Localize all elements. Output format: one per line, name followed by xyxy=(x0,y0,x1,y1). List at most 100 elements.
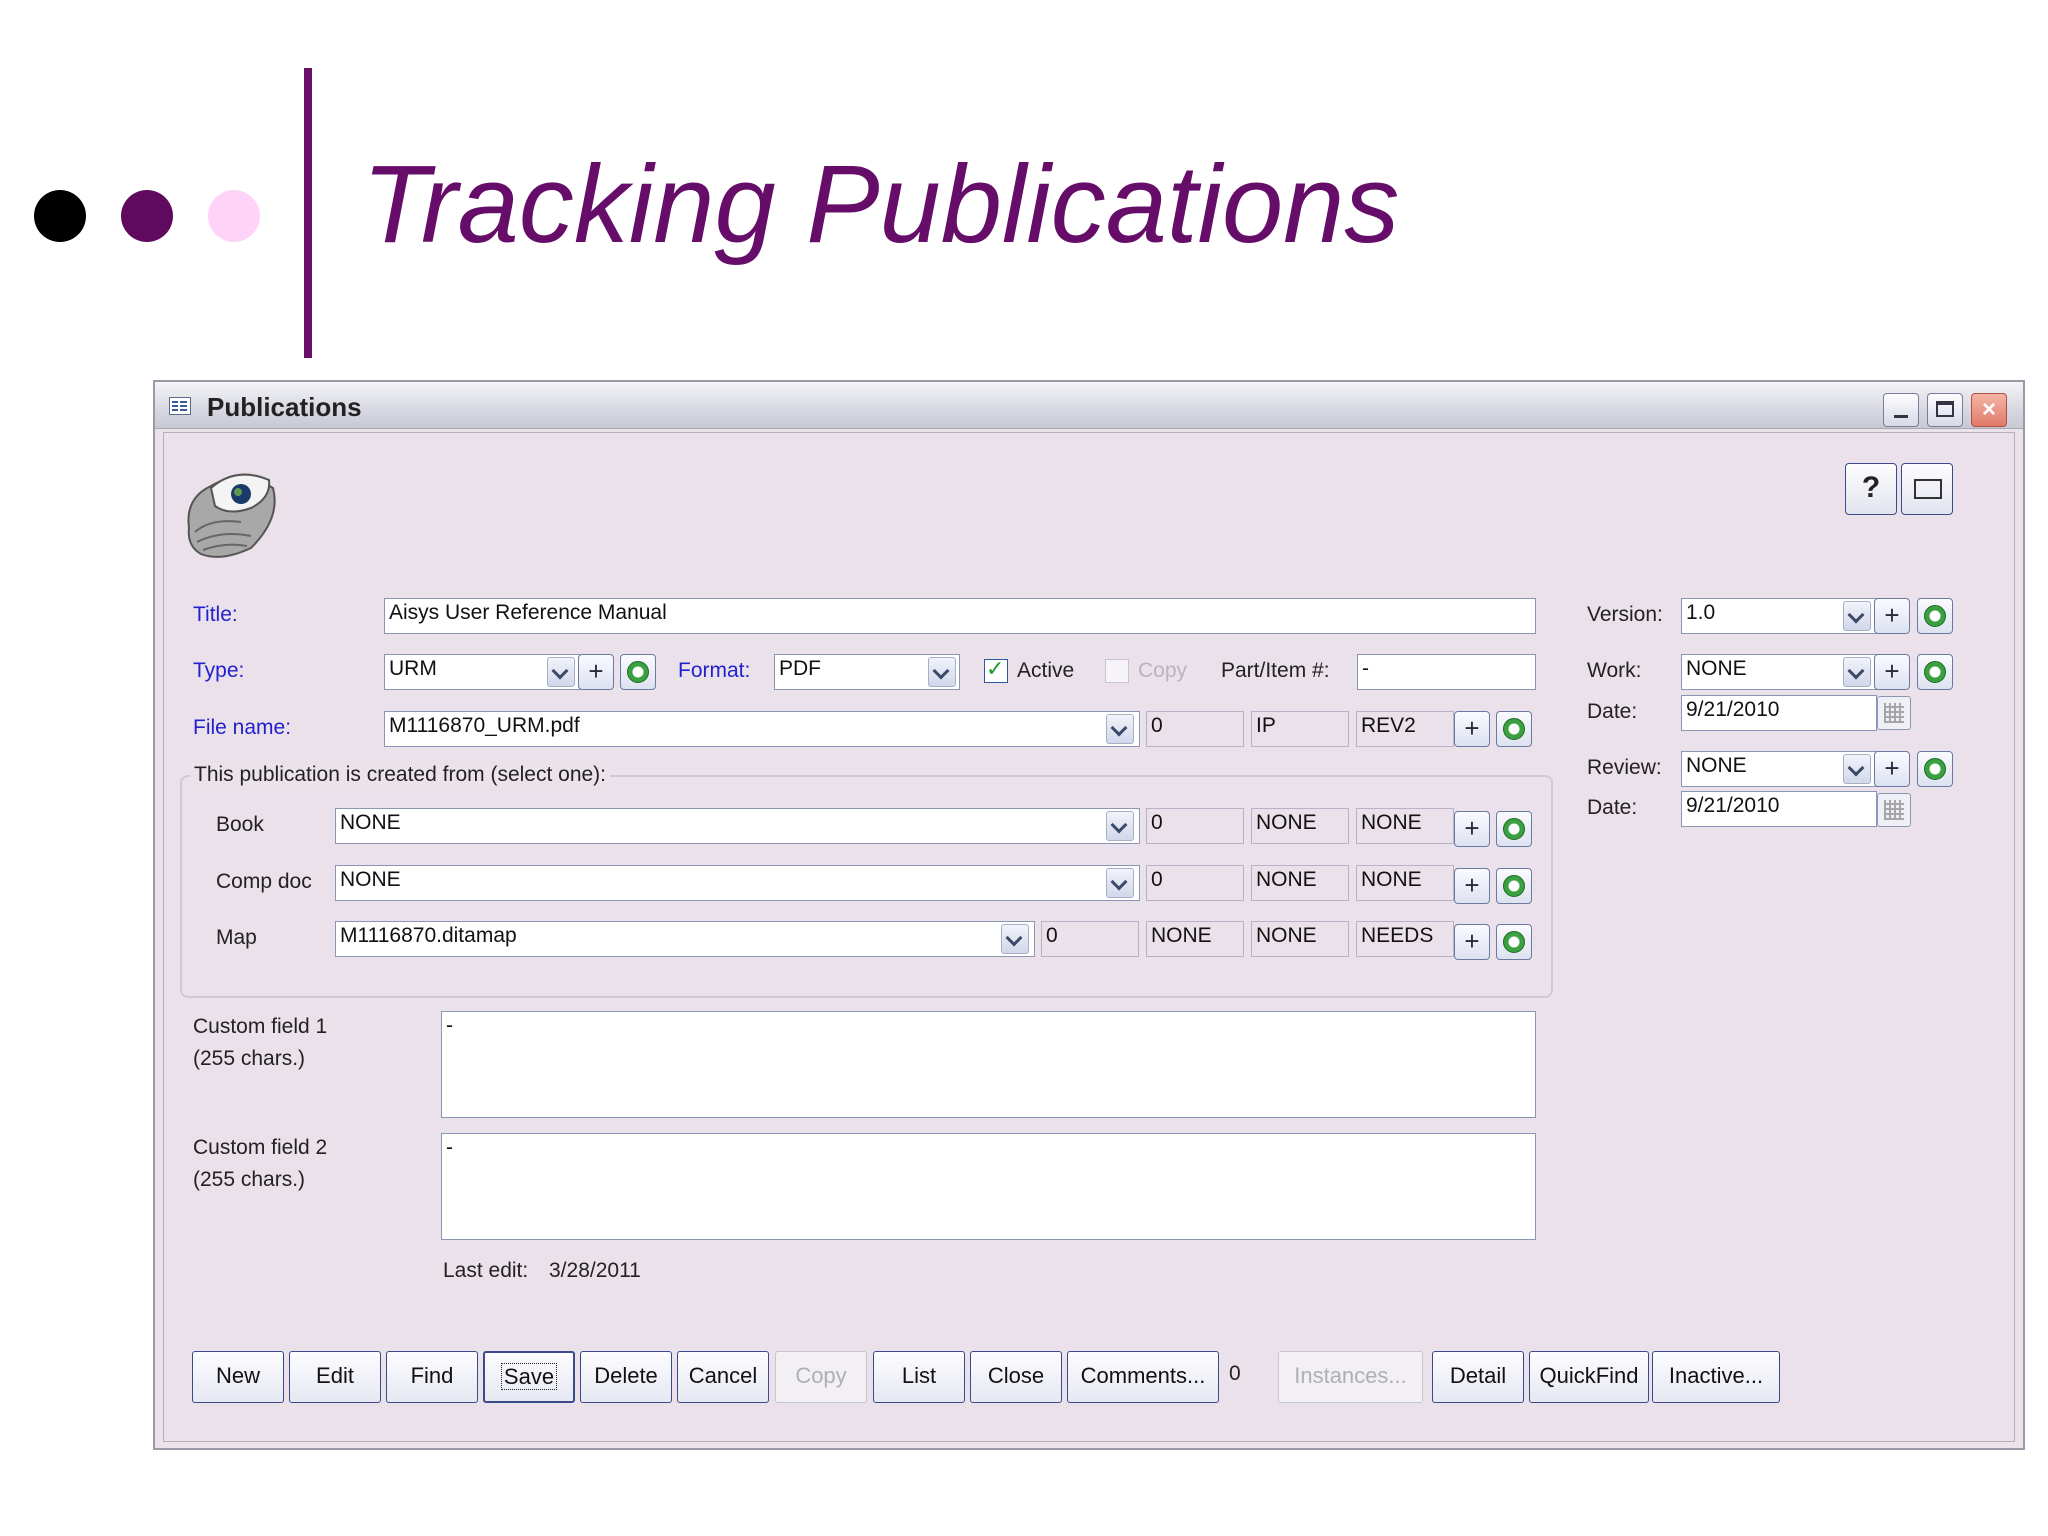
custom1-sublabel: (255 chars.) xyxy=(193,1047,306,1070)
active-label: Active xyxy=(1017,659,1075,682)
review-dropdown-icon[interactable] xyxy=(1843,754,1871,784)
custom1-label: Custom field 1 xyxy=(193,1015,328,1038)
version-dropdown-icon[interactable] xyxy=(1843,601,1871,631)
map-dropdown-icon[interactable] xyxy=(1001,924,1029,954)
compdoc-revision: NONE xyxy=(1356,865,1454,901)
work-date-input[interactable]: 9/21/2010 xyxy=(1681,695,1877,731)
book-dropdown-icon[interactable] xyxy=(1106,811,1134,841)
detail-button[interactable]: Detail xyxy=(1432,1351,1524,1403)
copy-button[interactable]: Copy xyxy=(775,1351,867,1403)
filename-refresh-icon[interactable] xyxy=(1496,711,1532,747)
work-calendar-icon[interactable] xyxy=(1877,696,1911,730)
window-titlebar[interactable]: Publications × xyxy=(155,382,2023,429)
bullet-purple-icon xyxy=(121,190,173,242)
cancel-button[interactable]: Cancel xyxy=(677,1351,769,1403)
type-dropdown-icon[interactable] xyxy=(547,657,575,687)
map-count: 0 xyxy=(1041,921,1139,957)
find-button[interactable]: Find xyxy=(386,1351,478,1403)
custom1-textarea[interactable]: - xyxy=(441,1011,1536,1118)
type-label: Type: xyxy=(193,659,245,682)
delete-button[interactable]: Delete xyxy=(580,1351,672,1403)
compdoc-label: Comp doc xyxy=(216,870,312,893)
form-icon xyxy=(169,397,191,415)
compdoc-refresh-icon[interactable] xyxy=(1496,868,1532,904)
custom2-sublabel: (255 chars.) xyxy=(193,1168,306,1191)
map-status-1: NONE xyxy=(1146,921,1244,957)
book-select[interactable]: NONE xyxy=(335,808,1140,844)
quickfind-button[interactable]: QuickFind xyxy=(1529,1351,1649,1403)
filename-status: IP xyxy=(1251,711,1349,747)
maximize-button[interactable] xyxy=(1927,393,1963,427)
review-date-label: Date: xyxy=(1587,796,1638,819)
compdoc-add-button[interactable]: + xyxy=(1454,868,1490,904)
minimize-button[interactable] xyxy=(1883,393,1919,427)
bullet-pink-icon xyxy=(208,190,260,242)
work-date-label: Date: xyxy=(1587,700,1638,723)
close-window-button[interactable]: × xyxy=(1971,393,2007,427)
custom2-textarea[interactable]: - xyxy=(441,1133,1536,1240)
save-button[interactable]: Save xyxy=(483,1351,575,1403)
work-dropdown-icon[interactable] xyxy=(1843,657,1871,687)
copy-checkbox[interactable] xyxy=(1105,659,1129,683)
map-refresh-icon[interactable] xyxy=(1496,924,1532,960)
book-refresh-icon[interactable] xyxy=(1496,811,1532,847)
map-add-button[interactable]: + xyxy=(1454,924,1490,960)
title-divider xyxy=(304,68,312,358)
review-date-input[interactable]: 9/21/2010 xyxy=(1681,791,1877,827)
type-refresh-icon[interactable] xyxy=(620,654,656,690)
oyster-logo-icon xyxy=(187,473,276,558)
active-checkbox[interactable] xyxy=(984,656,1008,683)
type-add-button[interactable]: + xyxy=(578,654,614,690)
book-revision: NONE xyxy=(1356,808,1454,844)
close-button[interactable]: Close xyxy=(970,1351,1062,1403)
version-label: Version: xyxy=(1587,603,1663,626)
part-item-label: Part/Item #: xyxy=(1221,659,1330,682)
slide-title: Tracking Publications xyxy=(362,143,1400,266)
review-calendar-icon[interactable] xyxy=(1877,793,1911,827)
copy-label: Copy xyxy=(1138,659,1188,682)
edit-button[interactable]: Edit xyxy=(289,1351,381,1403)
compdoc-count: 0 xyxy=(1146,865,1244,901)
list-button[interactable]: List xyxy=(873,1351,965,1403)
last-edit-label: Last edit: xyxy=(443,1259,529,1282)
book-add-button[interactable]: + xyxy=(1454,811,1490,847)
work-add-button[interactable]: + xyxy=(1874,654,1910,690)
title-input[interactable]: Aisys User Reference Manual xyxy=(384,598,1536,634)
compdoc-dropdown-icon[interactable] xyxy=(1106,868,1134,898)
book-count: 0 xyxy=(1146,808,1244,844)
custom2-label: Custom field 2 xyxy=(193,1136,328,1159)
filename-count: 0 xyxy=(1146,711,1244,747)
comments-count: 0 xyxy=(1229,1362,1241,1385)
book-label: Book xyxy=(216,813,264,836)
review-label: Review: xyxy=(1587,756,1662,779)
help-button[interactable]: ? xyxy=(1845,463,1897,515)
map-label: Map xyxy=(216,926,257,949)
map-select[interactable]: M1116870.ditamap xyxy=(335,921,1035,957)
map-status-2: NONE xyxy=(1251,921,1349,957)
compdoc-select[interactable]: NONE xyxy=(335,865,1140,901)
save-label: Save xyxy=(500,1363,558,1390)
map-revision: NEEDS xyxy=(1356,921,1454,957)
filename-label: File name: xyxy=(193,716,292,739)
filename-select[interactable]: M1116870_URM.pdf xyxy=(384,711,1140,747)
work-refresh-icon[interactable] xyxy=(1917,654,1953,690)
instances-button[interactable]: Instances... xyxy=(1278,1351,1423,1403)
inactive-button[interactable]: Inactive... xyxy=(1652,1351,1780,1403)
help-icon: ? xyxy=(1861,471,1881,504)
version-refresh-icon[interactable] xyxy=(1917,598,1953,634)
filename-add-button[interactable]: + xyxy=(1454,711,1490,747)
source-group-label: This publication is created from (select… xyxy=(190,763,611,787)
mail-button[interactable] xyxy=(1901,463,1953,515)
new-button[interactable]: New xyxy=(192,1351,284,1403)
version-add-button[interactable]: + xyxy=(1874,598,1910,634)
comments-button[interactable]: Comments... xyxy=(1067,1351,1219,1403)
format-dropdown-icon[interactable] xyxy=(928,657,956,687)
part-item-input[interactable]: - xyxy=(1357,654,1536,690)
window-title: Publications xyxy=(207,392,362,422)
work-label: Work: xyxy=(1587,659,1642,682)
filename-dropdown-icon[interactable] xyxy=(1106,714,1134,744)
review-refresh-icon[interactable] xyxy=(1917,751,1953,787)
title-label: Title: xyxy=(193,603,238,626)
bullet-black-icon xyxy=(34,190,86,242)
review-add-button[interactable]: + xyxy=(1874,751,1910,787)
